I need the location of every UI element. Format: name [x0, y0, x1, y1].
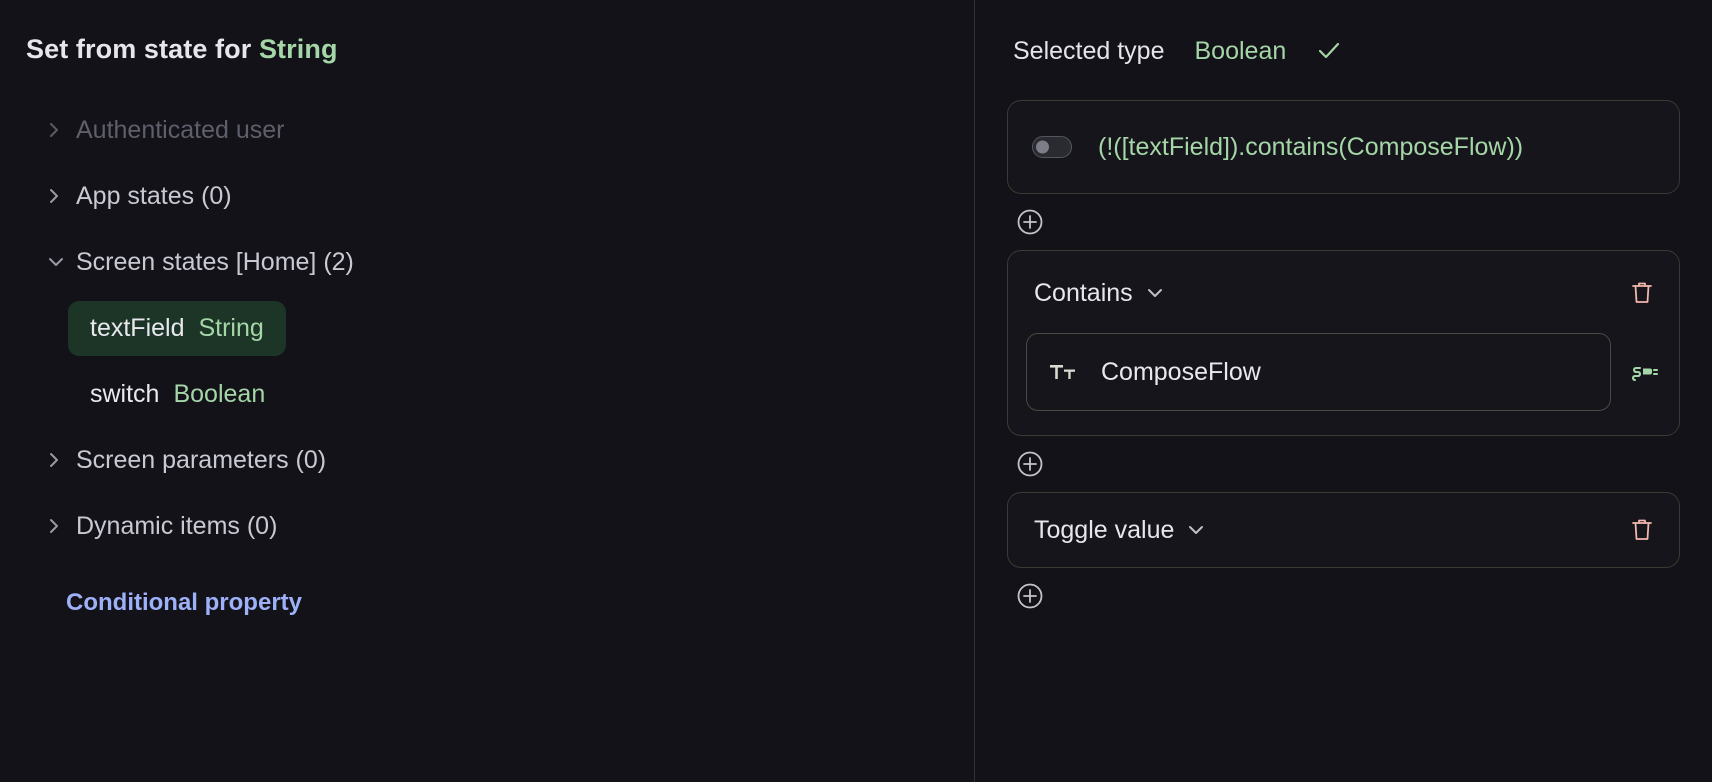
add-condition-row-bottom	[1007, 568, 1680, 624]
selected-type-label: Selected type	[1013, 36, 1165, 65]
check-icon	[1316, 38, 1342, 64]
state-tree: Authenticated user App states (0) Screen…	[26, 97, 975, 617]
condition-editor-panel: Selected type Boolean (!([textField]).co…	[975, 0, 1712, 782]
action-card-toggle-value: Toggle value	[1007, 492, 1680, 568]
trash-icon[interactable]	[1629, 516, 1655, 544]
add-icon[interactable]	[1015, 449, 1045, 479]
state-name: switch	[90, 379, 160, 408]
state-chip[interactable]: switch Boolean	[68, 367, 287, 422]
expression-text: (!([textField]).contains(ComposeFlow))	[1098, 132, 1524, 161]
condition-value-input[interactable]: ComposeFlow	[1026, 333, 1611, 411]
selected-type-value: Boolean	[1194, 36, 1287, 65]
operator-label: Contains	[1034, 278, 1133, 307]
operator-dropdown-contains[interactable]: Contains	[1034, 279, 1165, 308]
condition-value-row: ComposeFlow	[1026, 333, 1661, 411]
chevron-right-icon[interactable]	[46, 448, 76, 472]
trash-icon[interactable]	[1629, 279, 1655, 307]
tree-item-authenticated-user[interactable]: Authenticated user	[46, 97, 975, 163]
chevron-right-icon[interactable]	[46, 514, 76, 538]
condition-card-contains: Contains ComposeFlow	[1007, 250, 1680, 436]
page-title: Set from state for String	[26, 34, 975, 65]
tree-item-label: App states (0)	[76, 181, 232, 210]
condition-value-text: ComposeFlow	[1101, 357, 1261, 386]
operator-dropdown-toggle-value[interactable]: Toggle value	[1034, 516, 1206, 545]
state-type: String	[198, 313, 264, 342]
page-title-prefix: Set from state for	[26, 34, 252, 64]
chevron-down-icon[interactable]	[1145, 283, 1165, 303]
tree-item-label: Authenticated user	[76, 115, 285, 144]
add-condition-row-middle	[1007, 436, 1680, 492]
state-type: Boolean	[173, 379, 266, 408]
state-item-switch[interactable]: switch Boolean	[46, 361, 975, 427]
state-item-textfield[interactable]: textField String	[46, 295, 975, 361]
set-from-state-dialog: Set from state for String Authenticated …	[0, 0, 1712, 782]
text-format-icon	[1049, 360, 1077, 384]
state-source-panel: Set from state for String Authenticated …	[0, 0, 975, 782]
state-name: textField	[90, 313, 185, 342]
chevron-down-icon[interactable]	[1186, 520, 1206, 540]
tree-item-label: Screen parameters (0)	[76, 445, 327, 474]
tree-item-label: Dynamic items (0)	[76, 511, 278, 540]
chevron-right-icon[interactable]	[46, 118, 76, 142]
expression-preview-box[interactable]: (!([textField]).contains(ComposeFlow))	[1007, 100, 1680, 194]
tree-item-app-states[interactable]: App states (0)	[46, 163, 975, 229]
operator-label: Toggle value	[1034, 515, 1175, 544]
chevron-right-icon[interactable]	[46, 184, 76, 208]
condition-card-header: Contains	[1026, 273, 1661, 313]
toggle-off-icon[interactable]	[1032, 136, 1072, 158]
tree-item-label: Screen states [Home] (2)	[76, 247, 354, 276]
add-icon[interactable]	[1015, 207, 1045, 237]
conditional-property-link[interactable]: Conditional property	[66, 589, 302, 617]
add-icon[interactable]	[1015, 581, 1045, 611]
page-title-type: String	[258, 34, 338, 64]
tree-item-screen-states[interactable]: Screen states [Home] (2)	[46, 229, 975, 295]
tree-item-dynamic-items[interactable]: Dynamic items (0)	[46, 493, 975, 559]
tree-item-screen-parameters[interactable]: Screen parameters (0)	[46, 427, 975, 493]
state-chip-selected[interactable]: textField String	[68, 300, 286, 356]
plug-icon[interactable]	[1627, 357, 1661, 387]
chevron-down-icon[interactable]	[46, 250, 76, 274]
add-condition-row-top	[1007, 194, 1680, 250]
selected-type-row: Selected type Boolean	[1007, 28, 1680, 74]
